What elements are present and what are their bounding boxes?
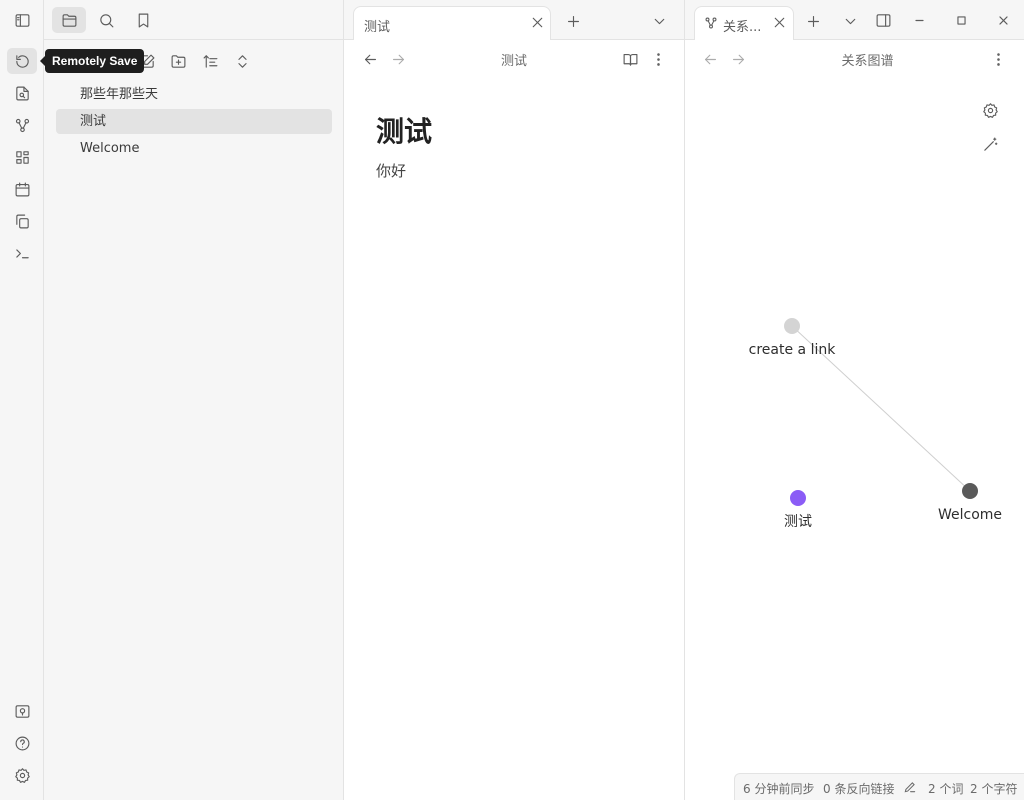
chevron-down-icon bbox=[654, 18, 664, 24]
command-palette-button[interactable] bbox=[7, 240, 37, 266]
right-tab-bar: 关系... bbox=[685, 0, 1024, 41]
graph-icon bbox=[15, 118, 29, 132]
arrow-left-icon bbox=[704, 54, 716, 64]
graph-node-current[interactable] bbox=[790, 490, 806, 506]
collapse-all-button[interactable] bbox=[228, 48, 256, 74]
back-button[interactable] bbox=[697, 46, 723, 72]
toggle-sidebar-button[interactable] bbox=[7, 7, 37, 33]
edit-mode-icon[interactable] bbox=[903, 780, 917, 794]
settings-button[interactable] bbox=[7, 762, 37, 788]
file-item[interactable]: 那些年那些天 bbox=[56, 82, 332, 107]
copy-icon bbox=[15, 214, 29, 228]
chevrons-up-down-icon bbox=[237, 54, 247, 68]
close-window-button[interactable] bbox=[990, 7, 1016, 33]
search-icon bbox=[99, 13, 113, 27]
new-tab-button[interactable] bbox=[560, 8, 586, 34]
more-options-button[interactable] bbox=[985, 46, 1011, 72]
sync-status[interactable]: 6 分钟前同步 bbox=[743, 780, 814, 797]
plus-icon bbox=[807, 15, 819, 27]
maximize-icon bbox=[956, 15, 966, 25]
graph-node-label: 测试 bbox=[784, 514, 812, 530]
tab-graph[interactable]: 关系... bbox=[694, 6, 794, 41]
tooltip: Remotely Save bbox=[39, 49, 145, 73]
view-header-title[interactable]: 关系图谱 bbox=[805, 50, 930, 69]
settings-icon bbox=[14, 767, 30, 783]
tab-note-title: 测试 bbox=[364, 20, 391, 35]
char-count: 2 个字符 bbox=[970, 782, 1018, 796]
sort-button[interactable] bbox=[196, 48, 224, 74]
graph-node-create-a-link[interactable] bbox=[784, 318, 800, 334]
word-count: 2 个词 bbox=[928, 782, 964, 796]
tab-bookmarks[interactable] bbox=[126, 7, 160, 33]
calendar-icon bbox=[15, 182, 29, 196]
view-header-title[interactable]: 测试 bbox=[464, 50, 564, 69]
backlinks-count[interactable]: 0 条反向链接 bbox=[823, 780, 894, 797]
note-body[interactable]: 你好 bbox=[376, 160, 406, 181]
terminal-icon bbox=[15, 248, 29, 258]
more-vertical-icon bbox=[656, 52, 660, 66]
sidebar-tab-bar bbox=[44, 0, 344, 40]
forward-button[interactable] bbox=[385, 46, 411, 72]
sort-icon bbox=[203, 54, 217, 68]
maximize-button[interactable] bbox=[948, 7, 974, 33]
dashboard-icon bbox=[15, 150, 29, 164]
forward-button[interactable] bbox=[725, 46, 751, 72]
file-item-active[interactable]: 测试 bbox=[56, 109, 332, 134]
tab-list-button[interactable] bbox=[837, 8, 863, 34]
note-heading[interactable]: 测试 bbox=[376, 110, 432, 150]
close-icon bbox=[998, 15, 1008, 25]
toggle-right-sidebar-button[interactable] bbox=[870, 7, 896, 33]
templates-button[interactable] bbox=[7, 208, 37, 234]
status-bar: 6 分钟前同步 0 条反向链接 2 个词 2 个字符 bbox=[734, 773, 1024, 800]
more-vertical-icon bbox=[996, 52, 1000, 66]
close-icon bbox=[532, 17, 542, 27]
file-item[interactable]: Welcome bbox=[56, 136, 332, 161]
back-button[interactable] bbox=[357, 46, 383, 72]
open-quick-switcher-button[interactable] bbox=[7, 80, 37, 106]
help-icon bbox=[15, 736, 29, 750]
tab-graph-title: 关系... bbox=[723, 20, 762, 35]
arrow-right-icon bbox=[732, 54, 744, 64]
left-tab-bar: 测试 bbox=[344, 0, 684, 41]
folder-icon bbox=[62, 13, 76, 27]
tab-files[interactable] bbox=[52, 7, 86, 33]
new-tab-button[interactable] bbox=[800, 8, 826, 34]
open-vault-button[interactable] bbox=[7, 698, 37, 724]
remotely-save-icon bbox=[15, 54, 29, 68]
more-options-button[interactable] bbox=[645, 46, 671, 72]
reading-view-button[interactable] bbox=[617, 46, 643, 72]
open-graph-view-button[interactable] bbox=[7, 112, 37, 138]
file-search-icon bbox=[15, 86, 29, 100]
folder-plus-icon bbox=[171, 54, 185, 68]
book-open-icon bbox=[623, 53, 637, 66]
ribbon bbox=[0, 0, 44, 800]
graph-canvas[interactable]: create a link Welcome 测试 bbox=[685, 80, 1024, 770]
graph-node-welcome[interactable] bbox=[962, 483, 978, 499]
graph-node-label: create a link bbox=[749, 342, 837, 358]
tab-note[interactable]: 测试 bbox=[353, 6, 551, 41]
minimize-button[interactable] bbox=[906, 7, 932, 33]
sidebar-right-icon bbox=[876, 13, 890, 27]
graph-icon bbox=[705, 17, 717, 29]
tab-list-button[interactable] bbox=[646, 8, 672, 34]
close-tab-button[interactable] bbox=[524, 9, 550, 35]
new-folder-button[interactable] bbox=[164, 48, 192, 74]
vault-icon bbox=[15, 704, 29, 718]
note-pane: 测试 bbox=[344, 40, 684, 800]
plus-icon bbox=[567, 15, 579, 27]
open-canvas-button[interactable] bbox=[7, 144, 37, 170]
graph-node-label: Welcome bbox=[938, 507, 1002, 523]
minimize-icon bbox=[914, 19, 924, 21]
tab-search[interactable] bbox=[89, 7, 123, 33]
daily-note-button[interactable] bbox=[7, 176, 37, 202]
arrow-right-icon bbox=[392, 54, 404, 64]
arrow-left-icon bbox=[364, 54, 376, 64]
bookmark-icon bbox=[138, 13, 148, 27]
help-button[interactable] bbox=[7, 730, 37, 756]
remotely-save-button[interactable] bbox=[7, 48, 37, 74]
close-tab-button[interactable] bbox=[766, 9, 792, 35]
chevron-down-icon bbox=[845, 18, 855, 24]
sidebar-left-icon bbox=[15, 13, 29, 27]
close-icon bbox=[774, 17, 784, 27]
